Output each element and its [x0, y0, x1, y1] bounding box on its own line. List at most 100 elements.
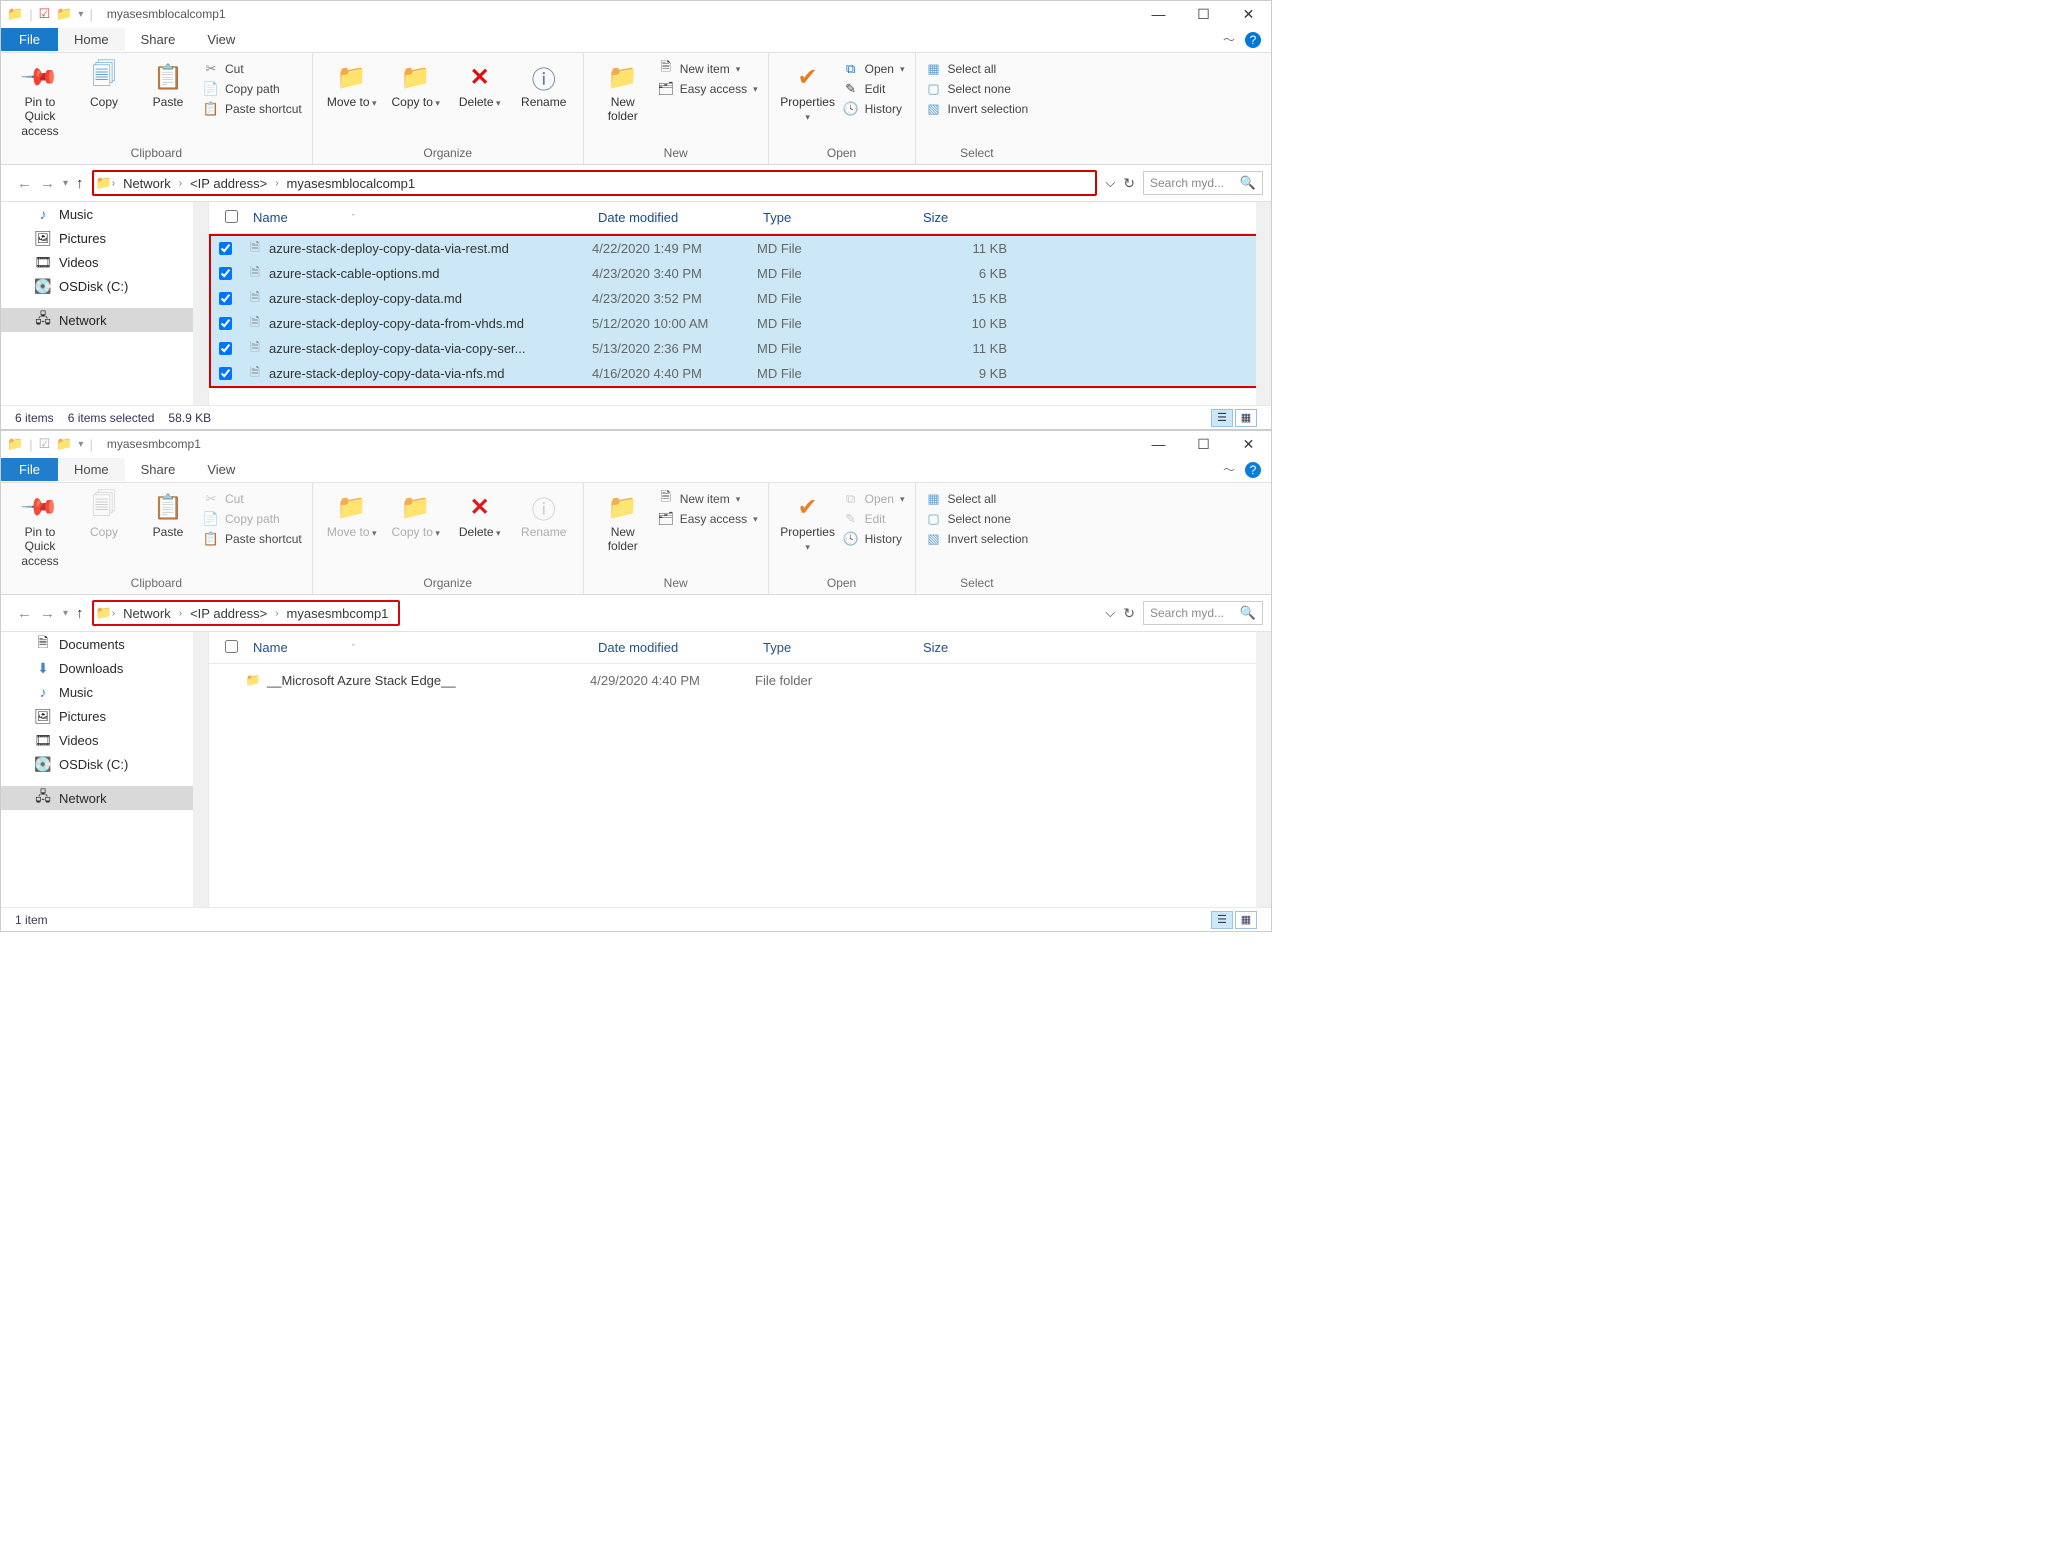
table-row[interactable]: 🗎azure-stack-deploy-copy-data-from-vhds.… [211, 311, 1269, 336]
table-row[interactable]: 🗎azure-stack-deploy-copy-data-via-nfs.md… [211, 361, 1269, 386]
refresh-button[interactable]: ↻ [1123, 175, 1135, 192]
sidebar-item-videos[interactable]: 🎞Videos [1, 728, 208, 752]
invert-selection-button[interactable]: ▧Invert selection [926, 531, 1029, 547]
sidebar-item-downloads[interactable]: ⬇Downloads [1, 656, 208, 680]
sidebar-item-music[interactable]: ♪Music [1, 680, 208, 704]
properties-button[interactable]: ✔Properties [779, 57, 837, 128]
close-button[interactable]: ✕ [1226, 1, 1271, 27]
breadcrumb-ip[interactable]: <IP address> [182, 606, 275, 621]
select-none-button[interactable]: ▢Select none [926, 81, 1029, 97]
pin-to-quick-access-button[interactable]: 📌Pin to Quick access [11, 57, 69, 142]
new-folder-button[interactable]: 📁New folder [594, 487, 652, 558]
sidebar-item-documents[interactable]: 🗎Documents [1, 632, 208, 656]
ribbon-collapse-icon[interactable]: 〜 [1223, 461, 1235, 478]
open-button[interactable]: ⧉Open [843, 61, 905, 77]
column-size[interactable]: Size [915, 640, 1005, 655]
copy-path-button[interactable]: 📄Copy path [203, 81, 302, 97]
move-to-button[interactable]: 📁Move to [323, 57, 381, 113]
select-none-button[interactable]: ▢Select none [926, 511, 1029, 527]
easy-access-button[interactable]: 🗂Easy access [658, 81, 758, 97]
pin-to-quick-access-button[interactable]: 📌Pin to Quick access [11, 487, 69, 572]
minimize-button[interactable]: — [1136, 431, 1181, 457]
tab-share[interactable]: Share [125, 28, 192, 51]
maximize-button[interactable]: ☐ [1181, 1, 1226, 27]
breadcrumb[interactable]: 📁 › Network › <IP address> › myasesmbcom… [92, 600, 401, 626]
breadcrumb-root[interactable]: Network [115, 606, 179, 621]
breadcrumb-leaf[interactable]: myasesmblocalcomp1 [279, 176, 424, 191]
row-checkbox[interactable] [219, 267, 232, 280]
recent-locations-button[interactable]: ▾ [63, 178, 68, 189]
edit-button[interactable]: ✎Edit [843, 81, 905, 97]
address-dropdown-icon[interactable]: ⌵ [1105, 605, 1115, 621]
column-date[interactable]: Date modified [590, 640, 755, 655]
select-all-button[interactable]: ▦Select all [926, 491, 1029, 507]
details-view-button[interactable]: ☰ [1211, 911, 1233, 929]
history-button[interactable]: 🕓History [843, 531, 905, 547]
forward-button[interactable]: → [40, 605, 55, 622]
main-scrollbar[interactable] [1256, 632, 1271, 907]
table-row[interactable]: 🗎azure-stack-deploy-copy-data-via-rest.m… [211, 236, 1269, 261]
nav-scrollbar[interactable] [193, 202, 208, 405]
forward-button[interactable]: → [40, 175, 55, 192]
search-input[interactable]: Search myd... 🔍 [1143, 171, 1263, 195]
paste-button[interactable]: 📋Paste [139, 57, 197, 113]
table-row[interactable]: 🗎azure-stack-cable-options.md4/23/2020 3… [211, 261, 1269, 286]
up-button[interactable]: ↑ [76, 175, 84, 192]
maximize-button[interactable]: ☐ [1181, 431, 1226, 457]
ribbon-collapse-icon[interactable]: 〜 [1223, 31, 1235, 48]
tab-view[interactable]: View [191, 28, 251, 51]
properties-button[interactable]: ✔Properties [779, 487, 837, 558]
tab-file[interactable]: File [1, 28, 58, 51]
column-type[interactable]: Type [755, 210, 915, 225]
row-checkbox[interactable] [219, 317, 232, 330]
table-row[interactable]: 🗎azure-stack-deploy-copy-data.md4/23/202… [211, 286, 1269, 311]
column-date[interactable]: Date modified [590, 210, 755, 225]
history-button[interactable]: 🕓History [843, 101, 905, 117]
easy-access-button[interactable]: 🗂Easy access [658, 511, 758, 527]
recent-locations-button[interactable]: ▾ [63, 608, 68, 619]
copy-button[interactable]: 🗐Copy [75, 57, 133, 113]
breadcrumb-ip[interactable]: <IP address> [182, 176, 275, 191]
checkbox-header[interactable] [217, 640, 245, 656]
row-checkbox[interactable] [219, 342, 232, 355]
paste-button[interactable]: 📋Paste [139, 487, 197, 543]
back-button[interactable]: ← [17, 605, 32, 622]
paste-shortcut-button[interactable]: 📋Paste shortcut [203, 101, 302, 117]
sidebar-item-music[interactable]: ♪Music [1, 202, 208, 226]
qat-folder-icon[interactable]: 📁 [56, 6, 72, 22]
help-icon[interactable]: ? [1245, 462, 1261, 478]
row-checkbox[interactable] [219, 367, 232, 380]
copy-to-button[interactable]: 📁Copy to [387, 57, 445, 113]
tab-view[interactable]: View [191, 458, 251, 481]
column-size[interactable]: Size [915, 210, 1005, 225]
thumbnails-view-button[interactable]: ▦ [1235, 409, 1257, 427]
cut-button[interactable]: ✂Cut [203, 61, 302, 77]
thumbnails-view-button[interactable]: ▦ [1235, 911, 1257, 929]
select-all-button[interactable]: ▦Select all [926, 61, 1029, 77]
invert-selection-button[interactable]: ▧Invert selection [926, 101, 1029, 117]
sidebar-item-pictures[interactable]: 🖼Pictures [1, 704, 208, 728]
row-checkbox[interactable] [219, 292, 232, 305]
nav-scrollbar[interactable] [193, 632, 208, 907]
qat-check-icon[interactable]: ☑ [39, 436, 51, 452]
column-name[interactable]: Nameˆ [245, 640, 590, 655]
address-dropdown-icon[interactable]: ⌵ [1105, 175, 1115, 191]
qat-dropdown-icon[interactable]: ▾ [78, 9, 83, 20]
tab-home[interactable]: Home [58, 458, 125, 481]
breadcrumb[interactable]: 📁 › Network › <IP address> › myasesmbloc… [92, 170, 1098, 196]
sidebar-item-osdisk[interactable]: 💽OSDisk (C:) [1, 752, 208, 776]
back-button[interactable]: ← [17, 175, 32, 192]
tab-share[interactable]: Share [125, 458, 192, 481]
up-button[interactable]: ↑ [76, 605, 84, 622]
qat-folder-icon[interactable]: 📁 [56, 436, 72, 452]
main-scrollbar[interactable] [1256, 202, 1271, 405]
sidebar-item-pictures[interactable]: 🖼Pictures [1, 226, 208, 250]
breadcrumb-leaf[interactable]: myasesmbcomp1 [279, 606, 397, 621]
checkbox-header[interactable] [217, 210, 245, 226]
qat-dropdown-icon[interactable]: ▾ [78, 439, 83, 450]
delete-button[interactable]: ✕Delete [451, 57, 509, 113]
paste-shortcut-button[interactable]: 📋Paste shortcut [203, 531, 302, 547]
refresh-button[interactable]: ↻ [1123, 605, 1135, 622]
sidebar-item-network[interactable]: 🖧Network [1, 308, 208, 332]
new-item-button[interactable]: 🗎New item [658, 491, 758, 507]
